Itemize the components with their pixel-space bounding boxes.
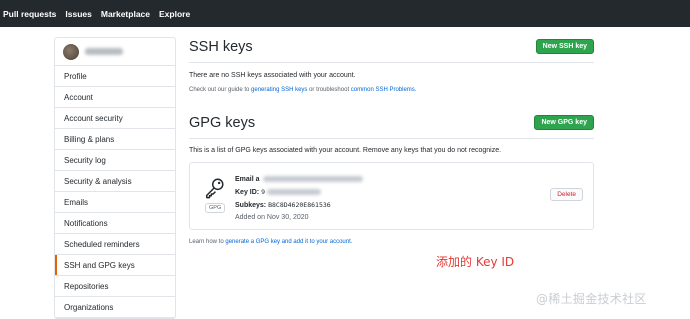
common-ssh-problems-link[interactable]: common SSH Problems xyxy=(351,87,415,93)
nav-issues[interactable]: Issues xyxy=(65,9,91,19)
top-navigation-bar: Pull requests Issues Marketplace Explore xyxy=(0,0,690,27)
sidebar-item-profile[interactable]: Profile xyxy=(55,66,175,87)
ssh-guide-suffix: . xyxy=(414,87,417,93)
gpg-key-item: GPG Email a Key ID: 9 Subkeys: B8C8D4620… xyxy=(189,162,594,230)
gpg-key-details: Email a Key ID: 9 Subkeys: B8C8D4620E861… xyxy=(235,174,363,224)
new-gpg-key-button[interactable]: New GPG key xyxy=(534,115,594,130)
sidebar-item-ssh-gpg-keys[interactable]: SSH and GPG keys xyxy=(55,255,175,276)
key-icon xyxy=(206,178,224,199)
generating-ssh-keys-link[interactable]: generating SSH keys xyxy=(251,87,307,93)
settings-sidebar: Profile Account Account security Billing… xyxy=(54,37,176,319)
sidebar-profile-header[interactable] xyxy=(55,38,175,66)
key-id-prefix: 9 xyxy=(261,188,265,196)
redacted-email xyxy=(262,176,363,183)
subkeys-label: Subkeys: xyxy=(235,202,269,209)
nav-marketplace[interactable]: Marketplace xyxy=(101,9,150,19)
email-label: Email a xyxy=(235,176,260,183)
learn-suffix: . xyxy=(350,239,353,245)
sidebar-item-emails[interactable]: Emails xyxy=(55,192,175,213)
sidebar-item-repositories[interactable]: Repositories xyxy=(55,276,175,297)
ssh-guide-mid: or troubleshoot xyxy=(307,87,351,93)
sidebar-item-notifications[interactable]: Notifications xyxy=(55,213,175,234)
redacted-key-id xyxy=(266,189,321,196)
key-id-annotation: 添加的 Key ID xyxy=(436,255,515,269)
gpg-description: This is a list of GPG keys associated wi… xyxy=(189,147,502,154)
gpg-badge: GPG xyxy=(205,203,226,213)
ssh-guide-prefix: Check out our guide to xyxy=(189,87,252,93)
redacted-username xyxy=(85,48,123,55)
watermark: @稀土掘金技术社区 xyxy=(536,292,647,306)
ssh-section-header: SSH keys New SSH key xyxy=(189,37,594,63)
learn-prefix: Learn how to xyxy=(189,239,226,245)
nav-explore[interactable]: Explore xyxy=(159,9,190,19)
sidebar-item-account[interactable]: Account xyxy=(55,87,175,108)
gpg-learn-text: Learn how to generate a GPG key and add … xyxy=(189,239,594,245)
added-date: Added on Nov 30, 2020 xyxy=(235,214,309,221)
new-ssh-key-button[interactable]: New SSH key xyxy=(535,39,594,54)
gpg-section-header: GPG keys New GPG key xyxy=(189,113,594,139)
ssh-empty-text: There are no SSH keys associated with yo… xyxy=(189,72,356,79)
ssh-guide-text: Check out our guide to generating SSH ke… xyxy=(189,87,594,93)
delete-key-button[interactable]: Delete xyxy=(550,188,583,201)
ssh-title: SSH keys xyxy=(189,38,253,55)
settings-main: SSH keys New SSH key There are no SSH ke… xyxy=(189,37,594,245)
generate-gpg-key-link[interactable]: generate a GPG key and add it to your ac… xyxy=(225,239,350,245)
key-id-label: Key ID: xyxy=(235,189,262,196)
sidebar-item-scheduled-reminders[interactable]: Scheduled reminders xyxy=(55,234,175,255)
avatar xyxy=(63,43,79,60)
sidebar-item-security-log[interactable]: Security log xyxy=(55,150,175,171)
nav-pull-requests[interactable]: Pull requests xyxy=(3,9,56,19)
gpg-title: GPG keys xyxy=(189,114,256,131)
sidebar-item-billing[interactable]: Billing & plans xyxy=(55,129,175,150)
subkeys-value: B8C8D4620E861536 xyxy=(268,201,331,209)
sidebar-item-organizations[interactable]: Organizations xyxy=(55,297,175,318)
sidebar-item-account-security[interactable]: Account security xyxy=(55,108,175,129)
sidebar-item-security-analysis[interactable]: Security & analysis xyxy=(55,171,175,192)
